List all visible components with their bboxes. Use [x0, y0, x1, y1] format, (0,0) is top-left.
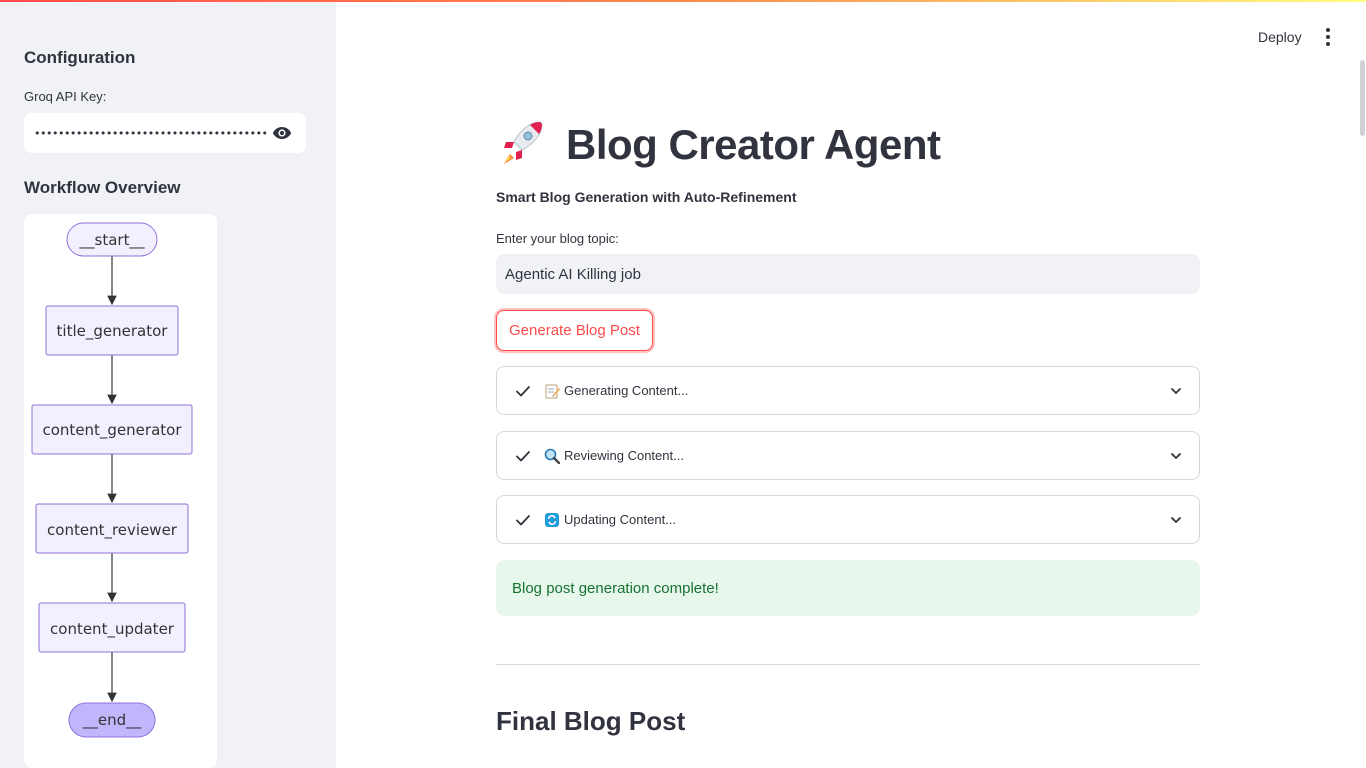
node-start: __start__: [66, 222, 158, 257]
step-expander-generating[interactable]: Generating Content...: [496, 366, 1200, 415]
divider: [496, 664, 1200, 665]
success-alert: Blog post generation complete!: [496, 560, 1200, 616]
api-key-value[interactable]: ••••••••••••••••••••••••••••••••••••••••…: [34, 127, 268, 140]
node-content-reviewer-label: content_reviewer: [47, 521, 178, 540]
node-content-generator: content_generator: [31, 404, 193, 455]
check-icon: [516, 385, 530, 396]
scrollbar[interactable]: [1360, 60, 1365, 136]
refresh-icon: [545, 512, 559, 527]
node-content-reviewer: content_reviewer: [35, 503, 189, 554]
workflow-graph: __start__ title_generator content_genera…: [24, 214, 217, 768]
step-label-generating: Generating Content...: [564, 383, 689, 398]
chevron-down-icon: [1171, 516, 1181, 523]
header-decoration: [0, 0, 1366, 2]
configuration-heading: Configuration: [24, 48, 136, 67]
kebab-menu-icon[interactable]: [1316, 26, 1340, 48]
chevron-down-icon: [1171, 387, 1181, 394]
check-icon: [516, 450, 530, 461]
deploy-button[interactable]: Deploy: [1252, 27, 1308, 47]
show-password-eye-icon[interactable]: [268, 119, 296, 147]
chevron-down-icon: [1171, 452, 1181, 459]
node-content-updater-label: content_updater: [50, 620, 175, 639]
node-title-generator: title_generator: [45, 305, 179, 356]
node-end-label: __end__: [82, 711, 142, 730]
page-title: Blog Creator Agent: [566, 120, 941, 168]
node-end: __end__: [68, 702, 156, 738]
page-title-row: Blog Creator Agent: [496, 116, 941, 173]
topic-input-label: Enter your blog topic:: [496, 231, 619, 246]
step-label-updating: Updating Content...: [564, 512, 677, 527]
step-label-reviewing: Reviewing Content...: [564, 448, 684, 463]
blog-topic-input[interactable]: Agentic AI Killing job: [496, 254, 1200, 294]
memo-icon: [545, 384, 560, 398]
rocket-icon: [496, 116, 548, 173]
step-expander-updating[interactable]: Updating Content...: [496, 495, 1200, 544]
sidebar: Configuration Groq API Key: ••••••••••••…: [0, 0, 336, 768]
api-key-input[interactable]: ••••••••••••••••••••••••••••••••••••••••…: [24, 113, 306, 153]
api-key-label: Groq API Key:: [24, 89, 107, 104]
node-content-generator-label: content_generator: [43, 421, 183, 440]
magnifier-icon: [544, 448, 560, 464]
check-icon: [516, 514, 530, 525]
workflow-overview-heading: Workflow Overview: [24, 178, 181, 197]
node-title-generator-label: title_generator: [57, 322, 169, 341]
generate-blog-post-button[interactable]: Generate Blog Post: [496, 310, 653, 351]
step-expander-reviewing[interactable]: Reviewing Content...: [496, 431, 1200, 480]
node-start-label: __start__: [79, 231, 145, 250]
final-blog-post-heading: Final Blog Post: [496, 706, 686, 736]
node-content-updater: content_updater: [38, 602, 186, 653]
page-subtitle: Smart Blog Generation with Auto-Refineme…: [496, 189, 797, 205]
